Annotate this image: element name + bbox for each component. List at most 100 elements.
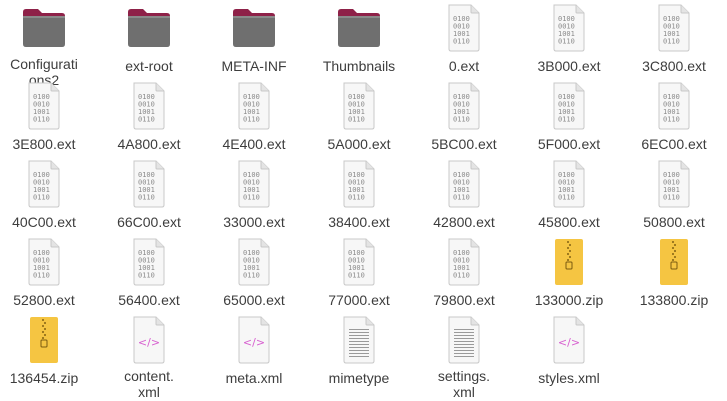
file-label: styles.xml (519, 370, 619, 386)
file-label: 56400.ext (99, 292, 199, 308)
svg-text:0110: 0110 (33, 272, 50, 280)
file-item-settings-xml[interactable]: settings. xml (414, 316, 514, 400)
file-label: 66C00.ext (99, 214, 199, 230)
file-label: Thumbnails (309, 58, 409, 74)
folder-icon (99, 4, 199, 54)
file-item-5bc00-ext[interactable]: 0100 0010 1001 0110 5BC00.ext (414, 82, 514, 158)
binary-file-icon: 0100 0010 1001 0110 (624, 160, 724, 210)
svg-text:</>: </> (558, 336, 580, 349)
file-item-5a000-ext[interactable]: 0100 0010 1001 0110 5A000.ext (309, 82, 409, 158)
xml-file-icon: </> (99, 316, 199, 364)
binary-file-icon: 0100 0010 1001 0110 (99, 238, 199, 288)
binary-file-icon: 0100 0010 1001 0110 (99, 82, 199, 132)
svg-text:0110: 0110 (348, 116, 365, 124)
file-item-3e800-ext[interactable]: 0100 0010 1001 0110 3E800.ext (0, 82, 94, 158)
file-label-line: content. (124, 368, 174, 384)
svg-text:0110: 0110 (453, 272, 470, 280)
binary-file-icon: 0100 0010 1001 0110 (0, 82, 94, 132)
file-label-line: 79800.ext (433, 292, 495, 308)
svg-text:0110: 0110 (348, 272, 365, 280)
file-label-line: ext-root (125, 58, 173, 74)
file-label: 42800.ext (414, 214, 514, 230)
file-label-line: META-INF (221, 58, 287, 74)
svg-text:0110: 0110 (33, 116, 50, 124)
binary-file-icon: 0100 0010 1001 0110 (99, 160, 199, 210)
file-label: content. xml (99, 368, 199, 400)
file-item-3b000-ext[interactable]: 0100 0010 1001 0110 3B000.ext (519, 4, 619, 80)
binary-file-icon: 0100 0010 1001 0110 (204, 160, 304, 210)
file-label: 6EC00.ext (624, 136, 724, 152)
file-item-45800-ext[interactable]: 0100 0010 1001 0110 45800.ext (519, 160, 619, 236)
file-item-styles-xml[interactable]: </> styles.xml (519, 316, 619, 392)
svg-text:0110: 0110 (453, 38, 470, 46)
file-item-5f000-ext[interactable]: 0100 0010 1001 0110 5F000.ext (519, 82, 619, 158)
svg-text:0110: 0110 (33, 194, 50, 202)
file-label: META-INF (204, 58, 304, 74)
file-label-line: 133000.zip (534, 292, 604, 308)
file-item-77000-ext[interactable]: 0100 0010 1001 0110 77000.ext (309, 238, 409, 314)
file-item-meta-inf[interactable]: META-INF (204, 4, 304, 80)
svg-text:0110: 0110 (243, 272, 260, 280)
file-label-line: 3C800.ext (642, 58, 706, 74)
file-item-0-ext[interactable]: 0100 0010 1001 0110 0.ext (414, 4, 514, 80)
file-item-65000-ext[interactable]: 0100 0010 1001 0110 65000.ext (204, 238, 304, 314)
file-label: 38400.ext (309, 214, 409, 230)
binary-file-icon: 0100 0010 1001 0110 (309, 238, 409, 288)
file-label: 4E400.ext (204, 136, 304, 152)
file-item-33000-ext[interactable]: 0100 0010 1001 0110 33000.ext (204, 160, 304, 236)
binary-file-icon: 0100 0010 1001 0110 (204, 238, 304, 288)
file-item-3c800-ext[interactable]: 0100 0010 1001 0110 3C800.ext (624, 4, 724, 80)
binary-file-icon: 0100 0010 1001 0110 (414, 238, 514, 288)
file-item-38400-ext[interactable]: 0100 0010 1001 0110 38400.ext (309, 160, 409, 236)
file-item-56400-ext[interactable]: 0100 0010 1001 0110 56400.ext (99, 238, 199, 314)
binary-file-icon: 0100 0010 1001 0110 (624, 4, 724, 54)
binary-file-icon: 0100 0010 1001 0110 (519, 82, 619, 132)
file-label: 79800.ext (414, 292, 514, 308)
file-label: meta.xml (204, 370, 304, 386)
binary-file-icon: 0100 0010 1001 0110 (0, 160, 94, 210)
file-label: 77000.ext (309, 292, 409, 308)
file-item-4a800-ext[interactable]: 0100 0010 1001 0110 4A800.ext (99, 82, 199, 158)
svg-text:0110: 0110 (243, 194, 260, 202)
svg-text:0110: 0110 (348, 194, 365, 202)
file-label-line: meta.xml (225, 370, 283, 386)
file-item-thumbnails[interactable]: Thumbnails (309, 4, 409, 80)
file-item-mimetype[interactable]: mimetype (309, 316, 409, 392)
xml-file-icon: </> (204, 316, 304, 366)
file-label-line: Configurati (10, 56, 78, 72)
file-item-136454-zip[interactable]: 136454.zip (0, 316, 94, 392)
svg-text:0110: 0110 (663, 38, 680, 46)
file-label-line: 4A800.ext (117, 136, 181, 152)
file-item-ext-root[interactable]: ext-root (99, 4, 199, 80)
file-item-79800-ext[interactable]: 0100 0010 1001 0110 79800.ext (414, 238, 514, 314)
file-item-6ec00-ext[interactable]: 0100 0010 1001 0110 6EC00.ext (624, 82, 724, 158)
file-item-meta-xml[interactable]: </> meta.xml (204, 316, 304, 392)
file-label-line: 50800.ext (643, 214, 705, 230)
file-item-133800-zip[interactable]: 133800.zip (624, 238, 724, 314)
file-item-133000-zip[interactable]: 133000.zip (519, 238, 619, 314)
svg-text:</>: </> (243, 336, 265, 349)
file-label-line: 6EC00.ext (641, 136, 707, 152)
file-item-42800-ext[interactable]: 0100 0010 1001 0110 42800.ext (414, 160, 514, 236)
folder-icon (0, 4, 94, 52)
file-label: 136454.zip (0, 370, 94, 386)
file-icon-grid: Configurati ons2 ext-root META-INF Thumbnail… (0, 0, 727, 401)
binary-file-icon: 0100 0010 1001 0110 (204, 82, 304, 132)
binary-file-icon: 0100 0010 1001 0110 (624, 82, 724, 132)
file-label-line: 45800.ext (538, 214, 600, 230)
file-label: 3E800.ext (0, 136, 94, 152)
file-item-40c00-ext[interactable]: 0100 0010 1001 0110 40C00.ext (0, 160, 94, 236)
svg-text:0110: 0110 (663, 116, 680, 124)
binary-file-icon: 0100 0010 1001 0110 (309, 82, 409, 132)
file-item-content-xml[interactable]: </> content. xml (99, 316, 199, 400)
svg-text:0110: 0110 (138, 272, 155, 280)
file-label-line: 4E400.ext (222, 136, 286, 152)
file-label: 65000.ext (204, 292, 304, 308)
file-item-50800-ext[interactable]: 0100 0010 1001 0110 50800.ext (624, 160, 724, 236)
text-file-icon (309, 316, 409, 366)
file-item-configurations2[interactable]: Configurati ons2 (0, 4, 94, 88)
file-item-4e400-ext[interactable]: 0100 0010 1001 0110 4E400.ext (204, 82, 304, 158)
text-file-icon (414, 316, 514, 364)
file-item-66c00-ext[interactable]: 0100 0010 1001 0110 66C00.ext (99, 160, 199, 236)
file-item-52800-ext[interactable]: 0100 0010 1001 0110 52800.ext (0, 238, 94, 314)
